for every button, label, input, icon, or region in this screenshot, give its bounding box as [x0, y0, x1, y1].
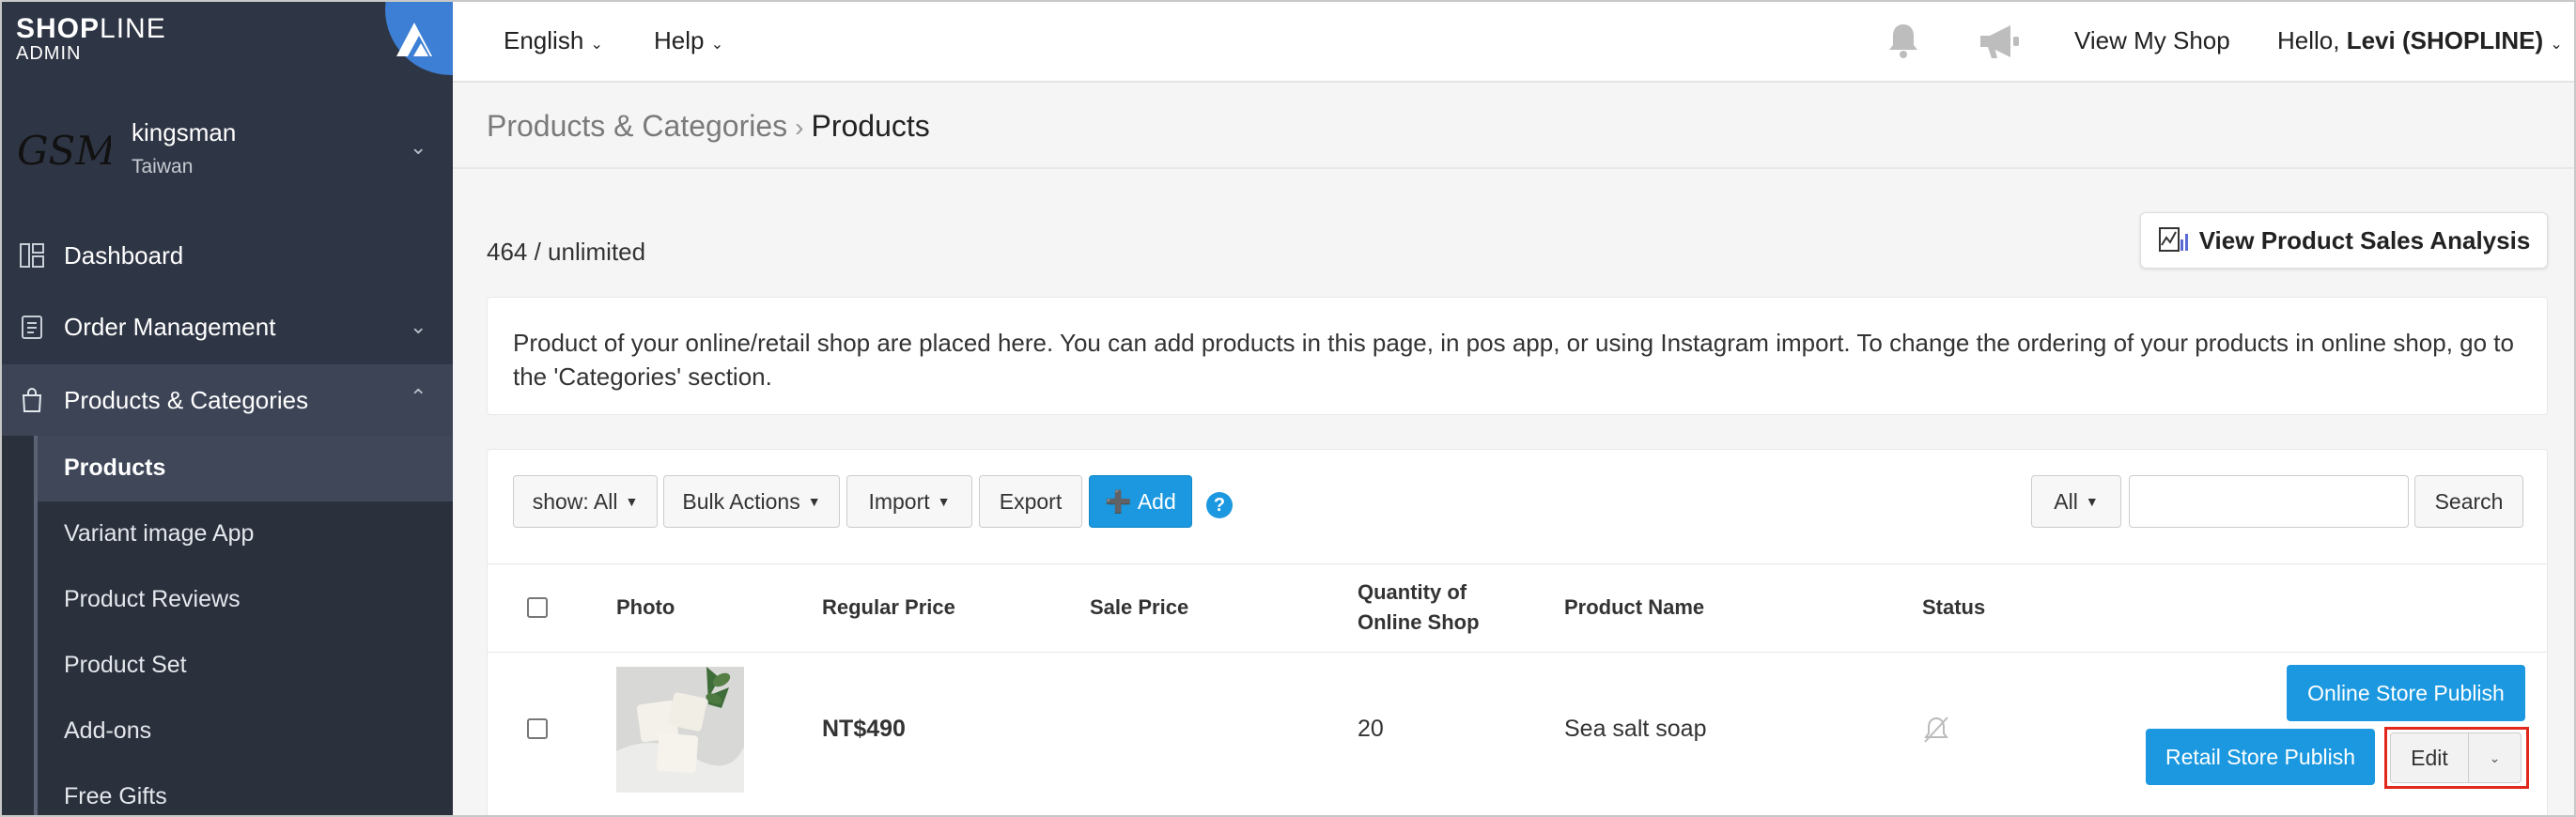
edit-dropdown-chevron-icon[interactable]: ⌄	[2469, 732, 2522, 783]
show-filter-dropdown[interactable]: show: All ▼	[513, 475, 658, 528]
row-product-name[interactable]: Sea salt soap	[1564, 716, 1707, 743]
product-thumbnail[interactable]	[616, 667, 744, 793]
top-bar: English ⌄ Help ⌄ View My Shop Hello, Lev…	[453, 0, 2576, 83]
sidebar-item-orders[interactable]: Order Management ⌄	[0, 291, 453, 362]
store-avatar: GSM	[17, 128, 111, 174]
breadcrumb: Products & Categories › Products	[487, 109, 930, 144]
table-header-bottom-line	[487, 652, 2548, 653]
column-header-photo: Photo	[616, 595, 675, 619]
brand-mountain-icon[interactable]	[393, 17, 436, 60]
column-header-quantity: Quantity of Online Shop	[1358, 578, 1480, 638]
search-button[interactable]: Search	[2414, 475, 2523, 528]
chevron-up-icon: ⌃	[410, 385, 427, 408]
bell-icon[interactable]	[1884, 21, 1923, 60]
view-sales-analysis-button[interactable]: View Product Sales Analysis	[2140, 212, 2548, 269]
row-regular-price: NT$490	[822, 716, 906, 742]
column-header-product-name: Product Name	[1564, 595, 1705, 619]
info-notice: Product of your online/retail shop are p…	[487, 297, 2548, 415]
sidebar-subitem-product-set[interactable]: Product Set	[64, 652, 187, 679]
sales-chart-icon	[2158, 227, 2188, 252]
sidebar-item-products-categories[interactable]: Products & Categories ⌃	[0, 364, 453, 436]
chevron-down-icon: ⌄	[410, 315, 427, 338]
view-sales-analysis-label: View Product Sales Analysis	[2198, 225, 2531, 254]
sidebar-subitem-free-gifts[interactable]: Free Gifts	[64, 783, 167, 810]
shopline-logo[interactable]: SHOPLINE	[16, 13, 166, 45]
sidebar-subitem-product-reviews[interactable]: Product Reviews	[64, 586, 241, 613]
notification-off-icon	[1924, 717, 1948, 743]
column-header-sale-price: Sale Price	[1090, 595, 1189, 619]
online-store-publish-button[interactable]: Online Store Publish	[2287, 665, 2525, 721]
sidebar-item-label: Products & Categories	[64, 385, 309, 414]
sidebar-item-label: Order Management	[64, 312, 276, 341]
help-circle-icon[interactable]: ?	[1206, 492, 1233, 518]
retail-store-publish-button[interactable]: Retail Store Publish	[2146, 729, 2375, 785]
dashboard-icon	[20, 243, 44, 268]
help-dropdown[interactable]: Help ⌄	[654, 26, 723, 55]
sidebar: SHOPLINE ADMIN GSM kingsman Taiwan ⌄ Das…	[0, 0, 453, 817]
sidebar-item-dashboard[interactable]: Dashboard	[0, 220, 453, 291]
header-divider	[453, 167, 2576, 169]
soap-product-image	[616, 667, 744, 793]
search-scope-dropdown[interactable]: All ▼	[2031, 475, 2121, 528]
store-switcher[interactable]: GSM kingsman Taiwan ⌄	[0, 103, 453, 197]
row-select-checkbox[interactable]	[527, 718, 548, 739]
table-header-top-line	[487, 563, 2548, 564]
sidebar-item-label: Dashboard	[64, 240, 184, 270]
user-menu[interactable]: Hello, Levi (SHOPLINE) ⌄	[2277, 26, 2563, 55]
clipboard-icon	[22, 316, 42, 339]
store-name: kingsman	[132, 118, 237, 146]
store-region: Taiwan	[132, 156, 194, 177]
sidebar-subitem-add-ons[interactable]: Add-ons	[64, 717, 151, 745]
language-dropdown[interactable]: English ⌄	[504, 26, 603, 55]
breadcrumb-current: Products	[811, 109, 930, 143]
brand-header: SHOPLINE ADMIN	[0, 0, 453, 81]
column-header-quantity-line2: Online Shop	[1358, 610, 1480, 634]
sidebar-subitem-variant-image-app[interactable]: Variant image App	[64, 520, 254, 547]
admin-label: ADMIN	[16, 43, 82, 64]
bulk-actions-dropdown[interactable]: Bulk Actions ▼	[663, 475, 840, 528]
row-quantity: 20	[1358, 716, 1384, 742]
shopping-bag-icon	[22, 388, 42, 412]
column-header-regular-price: Regular Price	[822, 595, 955, 619]
chevron-down-icon: ⌄	[410, 135, 427, 159]
export-button[interactable]: Export	[979, 475, 1082, 528]
column-header-quantity-line1: Quantity of	[1358, 580, 1467, 604]
breadcrumb-chevron-icon: ›	[795, 113, 804, 142]
edit-button[interactable]: Edit	[2390, 732, 2469, 783]
add-product-button[interactable]: ➕ Add	[1089, 475, 1192, 528]
megaphone-icon[interactable]	[1977, 21, 2022, 62]
breadcrumb-parent[interactable]: Products & Categories	[487, 109, 787, 143]
product-count: 464 / unlimited	[487, 238, 646, 266]
sidebar-subitem-products[interactable]: Products	[64, 455, 165, 482]
search-input[interactable]	[2129, 475, 2409, 528]
view-my-shop-link[interactable]: View My Shop	[2074, 26, 2230, 55]
column-header-status: Status	[1922, 595, 1986, 619]
select-all-checkbox[interactable]	[527, 597, 548, 618]
import-dropdown[interactable]: Import ▼	[846, 475, 972, 528]
plus-circle-icon: ➕	[1105, 488, 1132, 514]
